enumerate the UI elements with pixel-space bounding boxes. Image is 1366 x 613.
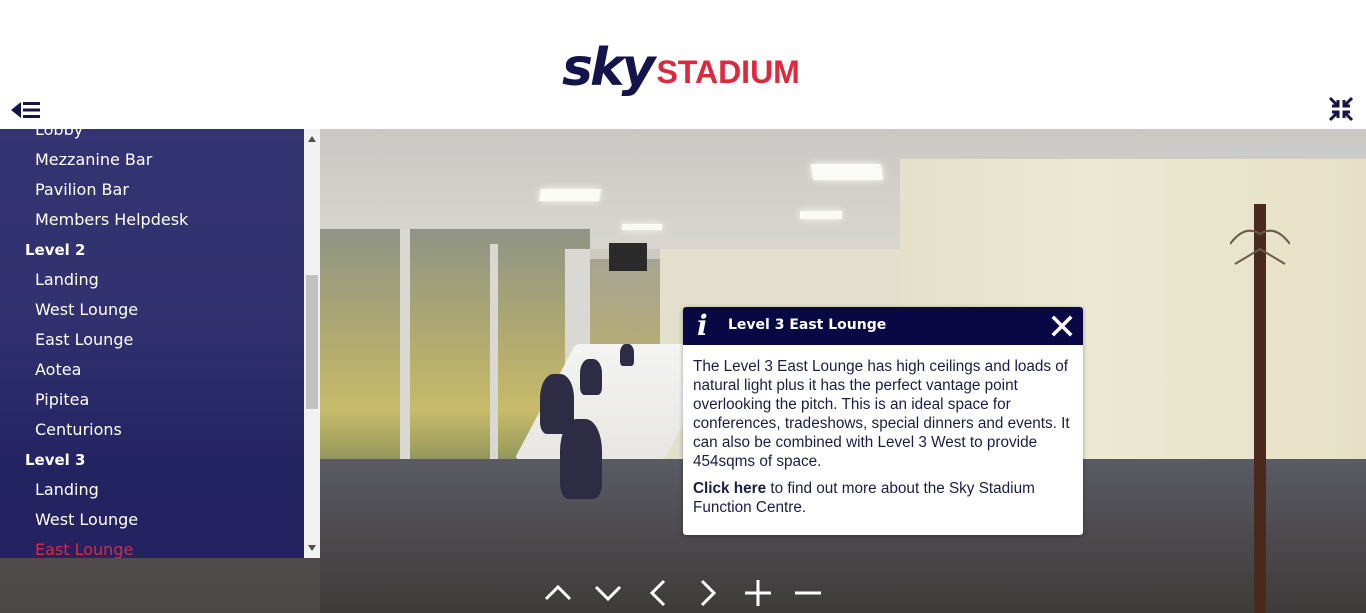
sidebar-list: Lobby Mezzanine Bar Pavilion Bar Members… xyxy=(0,129,304,558)
close-button[interactable] xyxy=(1051,315,1073,337)
zoom-out-button[interactable] xyxy=(793,578,823,608)
sidebar-menu: Lobby Mezzanine Bar Pavilion Bar Members… xyxy=(0,129,304,558)
right-arrow-icon xyxy=(700,579,717,607)
sidebar-item-pipitea[interactable]: Pipitea xyxy=(0,385,304,415)
fullscreen-exit-icon xyxy=(1328,96,1354,122)
popup-title: Level 3 East Lounge xyxy=(728,317,887,333)
click-here-link[interactable]: Click here xyxy=(693,480,766,497)
scroll-down-arrow[interactable] xyxy=(304,540,320,556)
info-popup: i Level 3 East Lounge The Level 3 East L… xyxy=(683,307,1083,535)
popup-body: The Level 3 East Lounge has high ceiling… xyxy=(683,345,1083,517)
logo-stadium-text: STADIUM xyxy=(656,54,800,90)
sidebar-item-lobby[interactable]: Lobby xyxy=(0,129,304,145)
sidebar-item-level3-landing[interactable]: Landing xyxy=(0,475,304,505)
header: sky STADIUM xyxy=(0,0,1366,129)
ceiling-light xyxy=(538,189,602,201)
look-up-button[interactable] xyxy=(543,578,573,608)
sidebar-heading-level-3[interactable]: Level 3 xyxy=(0,445,304,475)
sidebar-item-aotea[interactable]: Aotea xyxy=(0,355,304,385)
sidebar-item-members-helpdesk[interactable]: Members Helpdesk xyxy=(0,205,304,235)
popup-header: i Level 3 East Lounge xyxy=(683,307,1083,345)
look-right-button[interactable] xyxy=(693,578,723,608)
chair xyxy=(560,419,602,499)
menu-collapse-icon xyxy=(11,102,40,118)
ceiling-light xyxy=(622,224,662,230)
menu-toggle-button[interactable] xyxy=(11,99,41,121)
up-arrow-icon xyxy=(544,584,572,601)
sidebar-item-pavilion-bar[interactable]: Pavilion Bar xyxy=(0,175,304,205)
fullscreen-button[interactable] xyxy=(1328,96,1354,122)
sidebar-item-level3-west-lounge[interactable]: West Lounge xyxy=(0,505,304,535)
sidebar-scrollbar[interactable] xyxy=(304,129,320,558)
look-left-button[interactable] xyxy=(643,578,673,608)
sidebar-item-level3-east-lounge[interactable]: East Lounge xyxy=(0,535,304,558)
zoom-in-button[interactable] xyxy=(743,578,773,608)
chair xyxy=(620,344,634,366)
look-down-button[interactable] xyxy=(593,578,623,608)
zoom-out-icon xyxy=(795,591,821,595)
close-icon xyxy=(1051,315,1073,337)
scroll-thumb[interactable] xyxy=(306,275,318,409)
television xyxy=(609,243,647,271)
sidebar-heading-level-2[interactable]: Level 2 xyxy=(0,235,304,265)
scroll-up-arrow[interactable] xyxy=(304,131,320,147)
sidebar-item-centurions[interactable]: Centurions xyxy=(0,415,304,445)
popup-link-line: Click here to find out more about the Sk… xyxy=(693,479,1073,517)
sky-stadium-logo: sky STADIUM xyxy=(562,34,800,94)
sidebar-item-level2-landing[interactable]: Landing xyxy=(0,265,304,295)
left-arrow-icon xyxy=(649,579,666,607)
sidebar-item-level2-west-lounge[interactable]: West Lounge xyxy=(0,295,304,325)
down-arrow-icon xyxy=(594,585,622,602)
triangle-up-icon xyxy=(308,136,316,142)
popup-description: The Level 3 East Lounge has high ceiling… xyxy=(693,358,1070,470)
coat-rack xyxy=(1230,204,1290,613)
triangle-down-icon xyxy=(308,545,316,551)
zoom-in-icon xyxy=(745,580,771,606)
logo-sky-text: sky xyxy=(562,38,655,98)
chair xyxy=(580,359,602,395)
sidebar-item-level2-east-lounge[interactable]: East Lounge xyxy=(0,325,304,355)
ceiling-light xyxy=(810,164,884,180)
info-icon: i xyxy=(697,309,708,342)
sidebar-item-mezzanine-bar[interactable]: Mezzanine Bar xyxy=(0,145,304,175)
ceiling-light xyxy=(800,211,842,219)
